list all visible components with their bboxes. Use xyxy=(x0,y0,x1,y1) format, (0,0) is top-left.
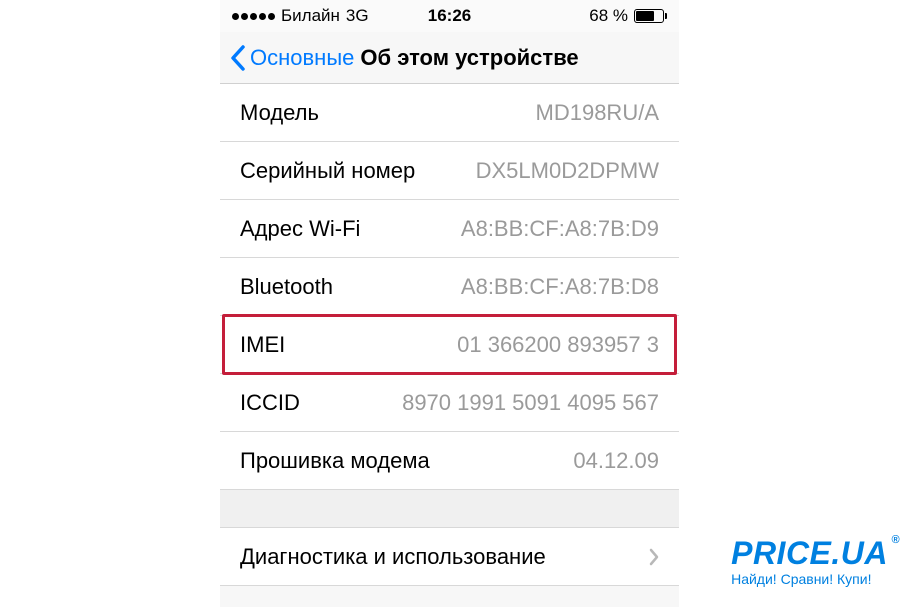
watermark-logo: PRICE.UA® Найди! Сравни! Купи! xyxy=(731,537,888,587)
row-value: 04.12.09 xyxy=(573,448,659,474)
row-value: MD198RU/A xyxy=(536,100,659,126)
battery-percent-label: 68 % xyxy=(589,6,628,26)
row-label: Прошивка модема xyxy=(240,448,430,474)
phone-screen: Билайн 3G 16:26 68 % Основные Об этом ус… xyxy=(220,0,679,607)
section-separator xyxy=(220,490,679,528)
row-label: Bluetooth xyxy=(240,274,333,300)
network-type-label: 3G xyxy=(346,6,369,26)
back-button[interactable]: Основные xyxy=(230,45,354,71)
row-value: 8970 1991 5091 4095 567 xyxy=(402,390,659,416)
row-iccid[interactable]: ICCID 8970 1991 5091 4095 567 xyxy=(220,374,679,432)
registered-icon: ® xyxy=(891,535,900,546)
page-title: Об этом устройстве xyxy=(360,45,578,71)
row-value: DX5LM0D2DPMW xyxy=(476,158,659,184)
row-label: Адрес Wi-Fi xyxy=(240,216,360,242)
status-bar: Билайн 3G 16:26 68 % xyxy=(220,0,679,32)
status-bar-right: 68 % xyxy=(589,6,667,26)
carrier-label: Билайн xyxy=(281,6,340,26)
row-value: A8:BB:CF:A8:7B:D8 xyxy=(461,274,659,300)
row-diagnostics[interactable]: Диагностика и использование xyxy=(220,528,679,586)
back-button-label: Основные xyxy=(250,45,354,71)
signal-strength-icon xyxy=(232,13,275,20)
row-bluetooth[interactable]: Bluetooth A8:BB:CF:A8:7B:D8 xyxy=(220,258,679,316)
nav-bar: Основные Об этом устройстве xyxy=(220,32,679,84)
row-wifi-address[interactable]: Адрес Wi-Fi A8:BB:CF:A8:7B:D9 xyxy=(220,200,679,258)
row-serial[interactable]: Серийный номер DX5LM0D2DPMW xyxy=(220,142,679,200)
row-firmware[interactable]: Прошивка модема 04.12.09 xyxy=(220,432,679,490)
status-bar-left: Билайн 3G xyxy=(232,6,369,26)
row-value: 01 366200 893957 3 xyxy=(457,332,659,358)
chevron-left-icon xyxy=(230,45,246,71)
row-label: Модель xyxy=(240,100,319,126)
chevron-right-icon xyxy=(649,548,659,566)
battery-icon xyxy=(634,9,667,23)
row-imei[interactable]: IMEI 01 366200 893957 3 xyxy=(220,316,679,374)
row-label: Диагностика и использование xyxy=(240,544,546,570)
row-model[interactable]: Модель MD198RU/A xyxy=(220,84,679,142)
watermark-brand: PRICE.UA® xyxy=(731,537,888,569)
row-label: Серийный номер xyxy=(240,158,415,184)
settings-list: Модель MD198RU/A Серийный номер DX5LM0D2… xyxy=(220,84,679,586)
watermark-tagline: Найди! Сравни! Купи! xyxy=(731,571,888,587)
clock-label: 16:26 xyxy=(428,6,471,26)
row-value: A8:BB:CF:A8:7B:D9 xyxy=(461,216,659,242)
row-label: ICCID xyxy=(240,390,300,416)
row-label: IMEI xyxy=(240,332,285,358)
